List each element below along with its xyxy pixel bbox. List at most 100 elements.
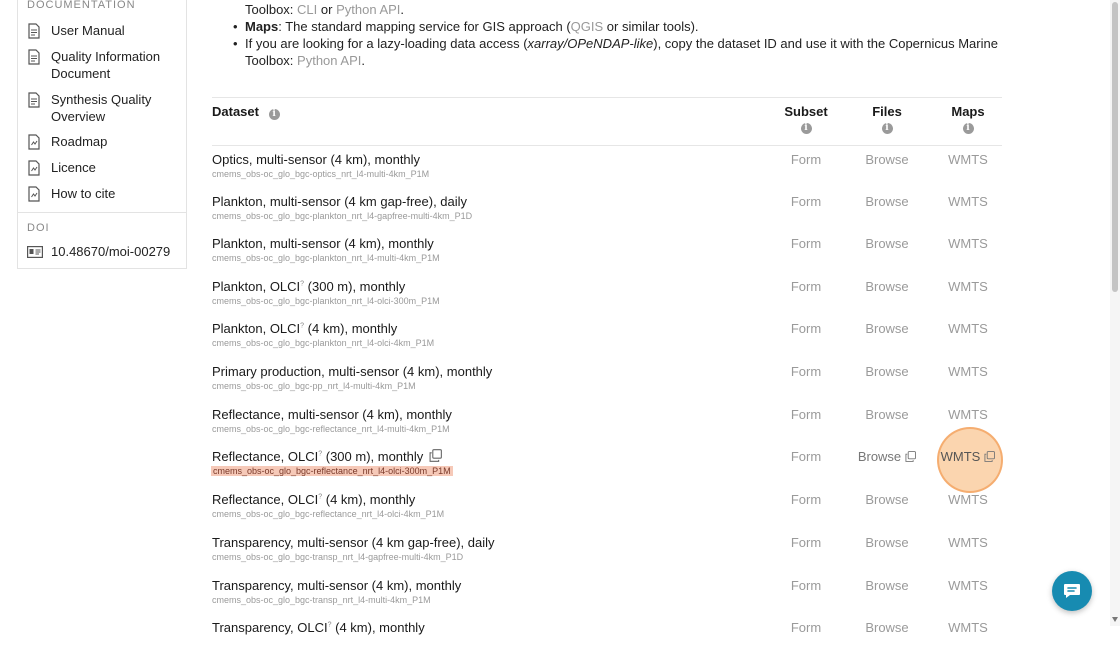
subset-form-link[interactable]: Form (766, 407, 846, 422)
table-row: Plankton, OLCI? (300 m), monthly cmems_o… (212, 279, 1002, 319)
subset-form-link[interactable]: Form (766, 152, 846, 167)
python-api-link[interactable]: Python API (336, 2, 400, 17)
dataset-name: Reflectance, OLCI? (4 km), monthly (212, 492, 415, 507)
dataset-name-text: (4 km), monthly (331, 620, 425, 635)
subset-header-label: Subset (784, 104, 828, 119)
subset-form-link[interactable]: Form (766, 194, 846, 209)
sidebar-item-licence[interactable]: Licence (27, 159, 185, 176)
copy-icon[interactable] (984, 451, 996, 462)
files-browse-link[interactable]: Browse (847, 364, 927, 379)
document-icon (28, 92, 40, 108)
maps-wmts-link[interactable]: WMTS (928, 364, 1008, 379)
table-row-hovered: Reflectance, OLCI? (300 m), monthly cmem… (211, 449, 1002, 489)
table-top-divider (212, 97, 1002, 98)
sidebar-item-label: Roadmap (51, 134, 108, 149)
maps-wmts-link[interactable]: WMTS (928, 236, 1008, 251)
sidebar-item-quality-information-document[interactable]: Quality Information Document (27, 48, 185, 82)
doi-link[interactable]: 10.48670/moi-00279 (27, 244, 170, 259)
page-scrollbar[interactable] (1110, 0, 1120, 626)
table-row: Plankton, OLCI? (4 km), monthly cmems_ob… (212, 321, 1002, 361)
maps-wmts-link[interactable]: WMTS (928, 279, 1008, 294)
files-browse-label: Browse (857, 449, 902, 464)
dataset-name: Transparency, multi-sensor (4 km), month… (212, 578, 462, 593)
files-browse-link[interactable]: Browse (847, 194, 927, 209)
files-browse-link[interactable]: Browse (847, 492, 927, 507)
dataset-name: Plankton, multi-sensor (4 km gap-free), … (212, 194, 468, 209)
info-icon[interactable]: i (881, 123, 893, 134)
python-api-link[interactable]: Python API (297, 53, 361, 68)
subset-form-link[interactable]: Form (766, 449, 846, 464)
subset-form-link[interactable]: Form (766, 492, 846, 507)
subset-form-link[interactable]: Form (766, 279, 846, 294)
subset-form-link[interactable]: Form (766, 364, 846, 379)
intro-text: ), copy the dataset ID and use it with t… (653, 36, 998, 51)
info-icon[interactable]: i (962, 123, 974, 134)
document-icon (28, 134, 40, 150)
files-browse-link[interactable]: Browse (847, 236, 927, 251)
dataset-name: Reflectance, multi-sensor (4 km), monthl… (212, 407, 452, 422)
dataset-name: Plankton, multi-sensor (4 km), monthly (212, 236, 434, 251)
intro-text: If you are looking for a lazy-loading da… (245, 36, 528, 51)
table-row: Plankton, multi-sensor (4 km gap-free), … (212, 194, 1002, 234)
subset-form-link[interactable]: Form (766, 535, 846, 550)
intro-text: or similar tools). (603, 19, 699, 34)
sidebar-item-synthesis-quality-overview[interactable]: Synthesis Quality Overview (27, 91, 185, 125)
dataset-name-text: Plankton, OLCI (212, 279, 301, 294)
subset-form-link[interactable]: Form (766, 578, 846, 593)
sidebar-item-label: How to cite (51, 186, 116, 201)
maps-wmts-link[interactable]: WMTS (928, 194, 1008, 209)
table-row: Transparency, multi-sensor (4 km), month… (212, 578, 1002, 618)
dataset-id: cmems_obs-oc_glo_bgc-optics_nrt_l4-multi… (212, 169, 430, 179)
files-browse-link[interactable]: Browse (847, 535, 927, 550)
table-row: Transparency, OLCI? (4 km), monthly Form… (212, 620, 1002, 660)
intro-italic: xarray/OPeNDAP-like (527, 36, 654, 51)
sidebar-item-how-to-cite[interactable]: How to cite (27, 185, 185, 202)
maps-wmts-link[interactable]: WMTS (928, 535, 1008, 550)
files-browse-link[interactable]: Browse (847, 321, 927, 336)
table-row: Primary production, multi-sensor (4 km),… (212, 364, 1002, 404)
files-browse-link[interactable]: Browse (847, 620, 927, 635)
scrollbar-thumb[interactable] (1112, 2, 1118, 292)
maps-wmts-link[interactable]: WMTS (928, 578, 1008, 593)
sidebar-item-roadmap[interactable]: Roadmap (27, 133, 185, 150)
maps-wmts-link[interactable]: WMTS (928, 321, 1008, 336)
maps-wmts-link[interactable]: WMTS (928, 492, 1008, 507)
info-icon[interactable]: i (800, 123, 812, 134)
dataset-column-header: Dataset i (212, 104, 280, 120)
sidebar-item-user-manual[interactable]: User Manual (27, 22, 185, 39)
dataset-id: cmems_obs-oc_glo_bgc-reflectance_nrt_l4-… (212, 424, 450, 434)
subset-form-link[interactable]: Form (766, 321, 846, 336)
sidebar-item-label: Licence (51, 160, 96, 175)
document-icon (28, 186, 40, 202)
scroll-down-icon[interactable] (1112, 617, 1118, 622)
subset-form-link[interactable]: Form (766, 236, 846, 251)
files-header-label: Files (872, 104, 902, 119)
table-header-divider (212, 145, 1002, 146)
copy-icon[interactable] (429, 449, 443, 462)
subset-form-link[interactable]: Form (766, 620, 846, 635)
files-browse-link[interactable]: Browse (847, 578, 927, 593)
info-icon[interactable]: i (268, 109, 280, 120)
intro-text: : The standard mapping service for GIS a… (278, 19, 571, 34)
intro-text: or (317, 2, 337, 17)
maps-wmts-link[interactable]: WMTS (928, 407, 1008, 422)
document-icon (28, 49, 40, 65)
files-browse-link[interactable]: Browse (847, 152, 927, 167)
maps-wmts-link[interactable]: WMTS (928, 620, 1008, 635)
qgis-link[interactable]: QGIS (571, 19, 604, 34)
files-browse-link[interactable]: Browse (847, 449, 927, 464)
chat-button[interactable] (1052, 571, 1092, 611)
maps-wmts-link[interactable]: WMTS (928, 152, 1008, 167)
dataset-name: Primary production, multi-sensor (4 km),… (212, 364, 493, 379)
files-browse-link[interactable]: Browse (847, 279, 927, 294)
dataset-name: Transparency, multi-sensor (4 km gap-fre… (212, 535, 495, 550)
dataset-name-text: Transparency, OLCI (212, 620, 328, 635)
copy-icon[interactable] (905, 451, 917, 462)
dataset-id: cmems_obs-oc_glo_bgc-plankton_nrt_l4-olc… (212, 296, 440, 306)
cli-link[interactable]: CLI (297, 2, 317, 17)
dataset-id: cmems_obs-oc_glo_bgc-plankton_nrt_l4-olc… (212, 338, 435, 348)
intro-text: . (400, 2, 405, 17)
maps-wmts-link[interactable]: WMTS (928, 449, 1008, 464)
files-browse-link[interactable]: Browse (847, 407, 927, 422)
dataset-id-highlighted[interactable]: cmems_obs-oc_glo_bgc-reflectance_nrt_l4-… (211, 466, 453, 476)
